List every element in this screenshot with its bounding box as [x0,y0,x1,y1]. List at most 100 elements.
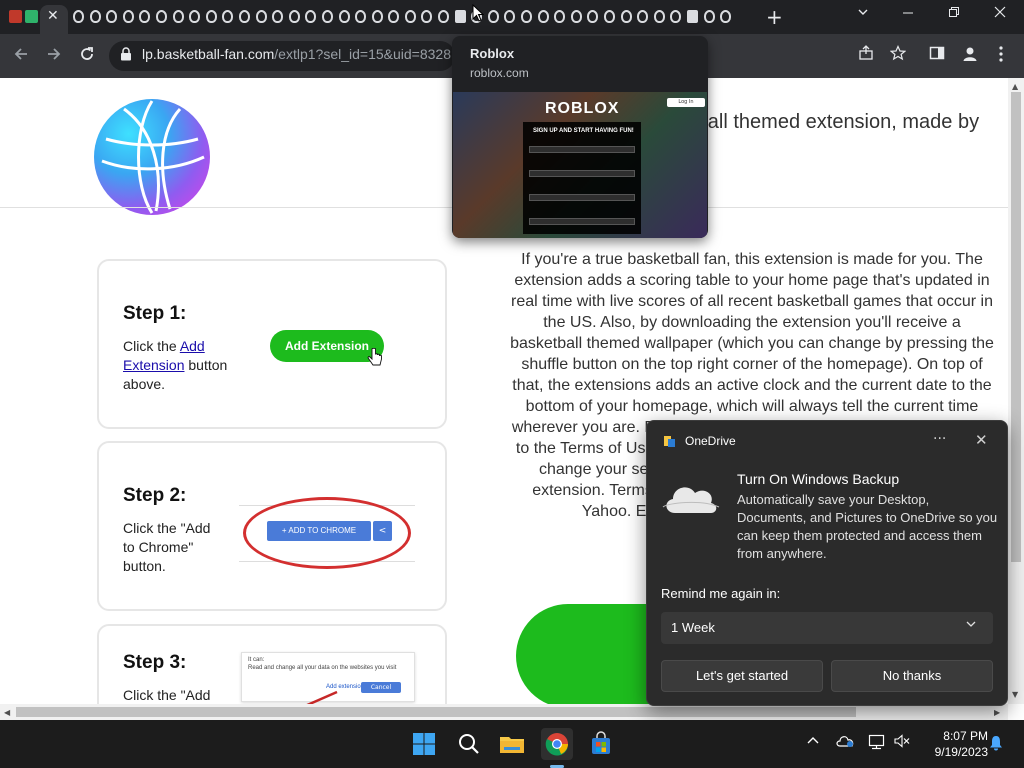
tab-favicon-icon [454,10,466,23]
chrome-taskbar-icon[interactable] [541,728,573,760]
close-tab-icon[interactable]: ✕ [47,8,59,24]
browser-tab[interactable] [219,9,236,25]
more-options-icon[interactable]: ··· [933,431,946,447]
browser-tab[interactable] [369,9,386,25]
browser-tab[interactable] [253,9,270,25]
step-description: Click the "Add [123,687,211,703]
mouse-cursor-icon [472,4,484,22]
share-icon[interactable] [858,45,874,66]
back-arrow-icon[interactable] [12,45,30,68]
browser-tab[interactable] [684,9,701,25]
browser-tab[interactable] [120,9,137,25]
browser-tab[interactable] [701,9,718,25]
browser-tab[interactable] [651,9,668,25]
system-clock[interactable]: 8:07 PM 9/19/2023 [918,728,988,760]
scroll-right-arrow-icon[interactable]: ▶ [994,708,1000,717]
side-panel-icon[interactable] [929,45,945,66]
network-icon[interactable] [868,734,886,754]
reload-icon[interactable] [78,45,96,68]
file-explorer-icon[interactable] [496,728,528,760]
show-hidden-icons-chevron-icon[interactable] [806,734,820,752]
browser-tab[interactable] [186,9,203,25]
browser-tab[interactable] [385,9,402,25]
no-thanks-button[interactable]: No thanks [831,660,993,692]
tab-search-chevron-icon[interactable] [857,6,869,22]
browser-tab[interactable] [601,9,618,25]
browser-tab[interactable] [203,9,220,25]
vertical-scroll-thumb[interactable] [1011,92,1021,562]
url-text[interactable]: lp.basketball-fan.com/extlp1?sel_id=15&u… [142,46,451,62]
scroll-left-arrow-icon[interactable]: ◀ [4,708,10,717]
tab-favicon-icon [255,10,267,23]
tab-favicon-icon [637,10,649,23]
browser-tab[interactable] [717,9,734,25]
step-2-card: Step 2: Click the "Add to Chrome" button… [97,441,447,611]
browser-tab[interactable] [170,9,187,25]
browser-tab[interactable] [618,9,635,25]
search-icon[interactable] [453,728,485,760]
browser-tab[interactable] [87,9,104,25]
browser-tab[interactable] [435,9,452,25]
step-description: Click the Add Extension button above. [123,337,233,394]
scroll-up-arrow-icon[interactable]: ▲ [1012,82,1018,91]
browser-tab[interactable] [551,9,568,25]
tab-favicon-icon [388,10,400,23]
browser-tab[interactable] [70,9,87,25]
menu-kebab-icon[interactable] [998,45,1004,68]
browser-tab[interactable] [568,9,585,25]
scroll-down-arrow-icon[interactable]: ▼ [1012,690,1018,699]
browser-tab[interactable] [518,9,535,25]
browser-tab[interactable] [153,9,170,25]
step-title: Step 3: [123,652,187,673]
step-3-card: Step 3: Click the "Add It can: Read and … [97,624,447,704]
volume-muted-icon[interactable] [894,734,910,752]
hand-cursor-icon [367,348,382,366]
microsoft-store-icon[interactable] [585,728,617,760]
browser-tab[interactable] [418,9,435,25]
restore-window-button[interactable] [948,6,960,22]
browser-tab[interactable] [136,9,153,25]
basketball-logo [94,99,210,215]
new-tab-button[interactable]: + [766,5,783,29]
browser-tab[interactable] [535,9,552,25]
browser-tab[interactable] [584,9,601,25]
clock-time: 8:07 PM [943,729,988,743]
remind-interval-select[interactable]: 1 Week [661,612,993,644]
lock-icon[interactable] [120,46,132,61]
tab-list [70,9,734,25]
cancel-button-image: Cancel [361,682,401,693]
windows-taskbar: 8:07 PM 9/19/2023 [0,720,1024,768]
horizontal-scroll-thumb[interactable] [16,707,856,717]
browser-tab[interactable] [485,9,502,25]
tab-favicon-icon [404,10,416,23]
close-icon[interactable]: ✕ [975,431,988,449]
browser-tab[interactable] [452,9,469,25]
browser-tab[interactable] [336,9,353,25]
browser-tab[interactable] [103,9,120,25]
lets-get-started-button[interactable]: Let's get started [661,660,823,692]
pinned-tab-icon[interactable] [25,10,38,23]
notification-bell-icon[interactable] [989,735,1003,755]
pinned-tab-icon[interactable] [9,10,22,23]
browser-tab[interactable] [269,9,286,25]
forward-arrow-icon[interactable] [45,45,63,68]
minimize-window-button[interactable] [902,6,914,22]
browser-tab[interactable] [302,9,319,25]
tab-favicon-icon [106,10,118,23]
browser-tab[interactable] [352,9,369,25]
profile-icon[interactable] [961,45,979,68]
browser-tab[interactable] [634,9,651,25]
browser-tab[interactable] [319,9,336,25]
tab-favicon-icon [272,10,284,23]
browser-tab[interactable] [667,9,684,25]
close-window-button[interactable] [994,6,1006,22]
bookmark-star-icon[interactable] [889,45,907,66]
tab-favicon-icon [205,10,217,23]
browser-tab[interactable] [236,9,253,25]
onedrive-app-icon [664,436,675,447]
start-menu-icon[interactable] [408,728,440,760]
onedrive-tray-icon[interactable] [836,734,854,752]
browser-tab[interactable] [501,9,518,25]
browser-tab[interactable] [286,9,303,25]
browser-tab[interactable] [402,9,419,25]
